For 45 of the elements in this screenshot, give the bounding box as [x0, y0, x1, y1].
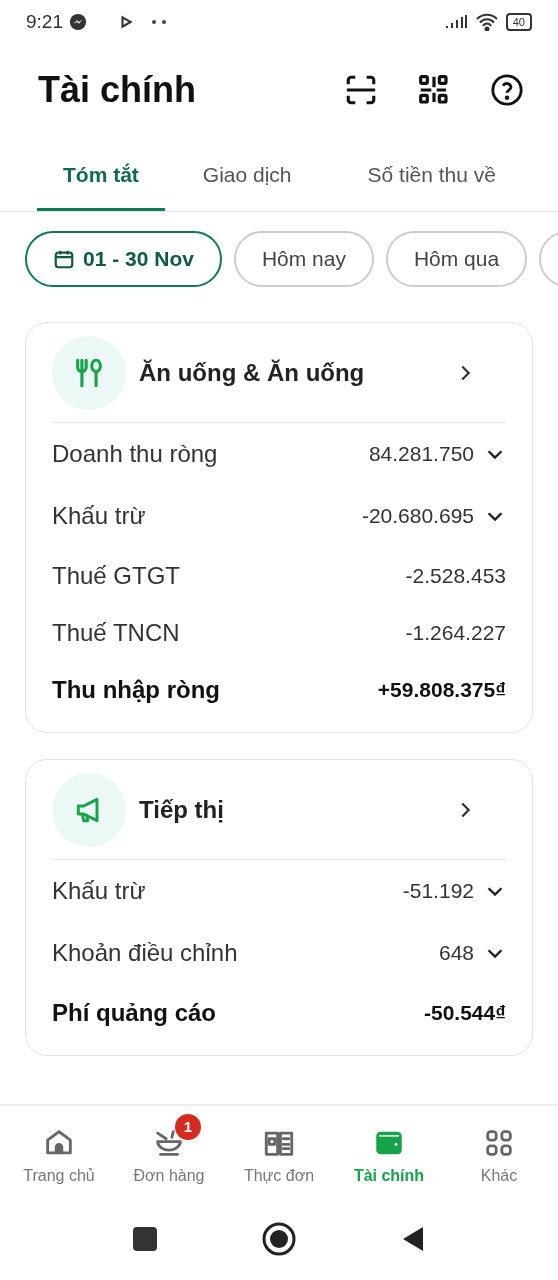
- tab[interactable]: Số tiền thu về: [329, 136, 534, 211]
- card-title: Ăn uống & Ăn uống: [139, 357, 366, 388]
- row-value: -51.192: [402, 878, 474, 905]
- home-button[interactable]: [262, 1222, 296, 1256]
- nav-item[interactable]: Thực đơn: [224, 1114, 334, 1188]
- row-value: -1.264.227: [405, 619, 506, 646]
- messenger-icon: [69, 13, 87, 31]
- notification-badge: 1: [175, 1114, 201, 1140]
- help-icon[interactable]: [490, 73, 524, 107]
- scan-icon[interactable]: [344, 73, 378, 107]
- tab[interactable]: Giao dịch: [164, 136, 330, 211]
- filter-chip[interactable]: Hôm qua: [385, 231, 528, 287]
- row-label: Khấu trừ: [52, 876, 146, 906]
- page-title: Tài chính: [38, 68, 196, 112]
- nav-item[interactable]: Khác: [444, 1114, 554, 1188]
- row-label: Khấu trừ: [52, 501, 146, 531]
- play-icon: [119, 15, 133, 29]
- qr-code-icon[interactable]: [418, 74, 450, 106]
- status-time: 9:21: [26, 9, 63, 34]
- row-label: Phí quảng cáo: [52, 997, 216, 1028]
- row-value: -2.528.453: [405, 562, 506, 589]
- row-label: Thuế GTGT: [52, 560, 181, 591]
- filter-chip[interactable]: 01 - 30 Nov: [25, 231, 222, 287]
- row-value: 648: [438, 940, 474, 967]
- row-value: -50.544₫: [424, 999, 506, 1026]
- more-dots-icon: [149, 19, 169, 25]
- tab[interactable]: Tóm tắt: [37, 136, 165, 211]
- back-button[interactable]: [401, 1226, 425, 1252]
- wifi-icon: [475, 13, 498, 31]
- row-label: Thuế TNCN: [52, 617, 180, 648]
- row-label: Thu nhập ròng: [52, 674, 220, 705]
- battery-indicator: 40: [505, 13, 532, 31]
- nav-item[interactable]: Tài chính: [334, 1114, 444, 1188]
- row-label: Doanh thu ròng: [52, 439, 218, 469]
- row-value: +59.808.375₫: [377, 676, 506, 703]
- card-title: Tiếp thị: [139, 794, 225, 825]
- row-value: -20.680.695: [361, 503, 474, 530]
- row-value: 84.281.750: [368, 441, 474, 468]
- filter-chip[interactable]: Hôm nay: [233, 231, 374, 287]
- nav-item[interactable]: Trang chủ: [4, 1114, 114, 1188]
- nav-item[interactable]: Đơn hàng 1: [114, 1114, 224, 1188]
- signal-icon: [443, 14, 468, 30]
- recents-button[interactable]: [133, 1227, 157, 1251]
- calendar-icon: [53, 248, 75, 270]
- row-label: Khoản điều chỉnh: [52, 938, 238, 968]
